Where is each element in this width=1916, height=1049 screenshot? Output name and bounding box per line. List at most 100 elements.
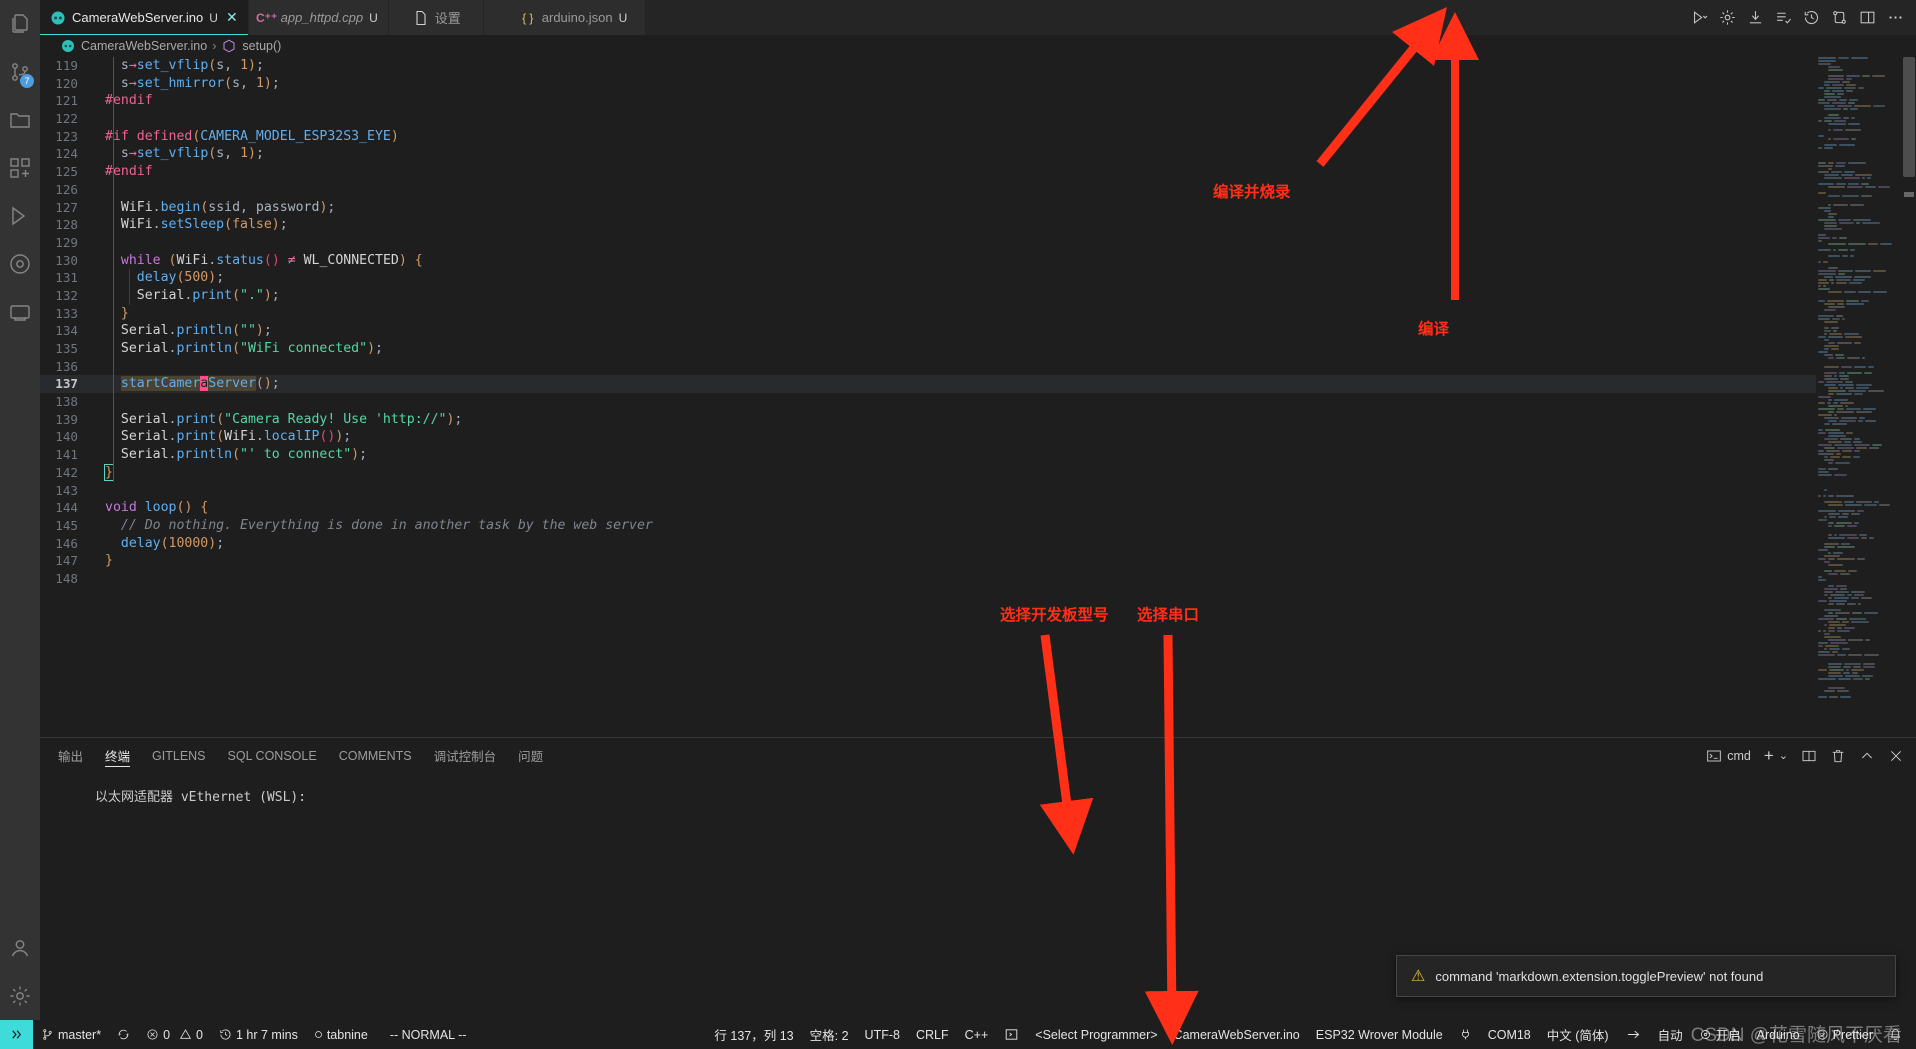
status-auto-mode[interactable]: 自动	[1650, 1020, 1691, 1049]
status-encoding[interactable]: UTF-8	[857, 1020, 908, 1049]
minimap-row	[1816, 663, 1902, 665]
code-line[interactable]: 123 #if defined(CAMERA_MODEL_ESP32S3_EYE)	[40, 127, 1816, 146]
code-line[interactable]: 144 void loop() {	[40, 499, 1816, 517]
code-line[interactable]: 136	[40, 357, 1816, 376]
arduino-verify-button[interactable]	[1775, 9, 1792, 26]
tab-settings[interactable]: 设置	[388, 0, 484, 35]
status-indentation[interactable]: 空格: 2	[802, 1020, 857, 1049]
code-line[interactable]: 120 s→set_hmirror(s, 1);	[40, 74, 1816, 93]
status-eol[interactable]: CRLF	[908, 1020, 957, 1049]
history-button[interactable]	[1803, 9, 1820, 26]
status-tabnine[interactable]: tabnine	[306, 1020, 376, 1049]
status-input-method[interactable]: 中文 (简体)	[1539, 1020, 1617, 1049]
status-serial-monitor[interactable]	[996, 1020, 1027, 1049]
activity-item-extensions[interactable]	[0, 144, 40, 192]
new-terminal-button[interactable]: + ⌄	[1764, 746, 1788, 766]
split-editor-button[interactable]	[1859, 9, 1876, 26]
minimap[interactable]	[1816, 57, 1902, 737]
close-panel-button[interactable]	[1888, 748, 1904, 764]
activity-item-source-control[interactable]: 7	[0, 48, 40, 96]
activity-item-remote-explorer[interactable]	[0, 96, 40, 144]
code-token: WiFi	[224, 429, 256, 445]
code-line[interactable]: 140 Serial.print(WiFi.localIP());	[40, 428, 1816, 447]
code-token: →	[128, 58, 137, 73]
code-line[interactable]: 125 #endif	[40, 163, 1816, 181]
code-line[interactable]: 119 s→set_vflip(s, 1);	[40, 57, 1816, 75]
code-line[interactable]: 122	[40, 110, 1816, 128]
tab-camerawebserver-ino[interactable]: CameraWebServer.ino U ✕	[40, 0, 249, 35]
status-wakatime[interactable]: 1 hr 7 mins	[211, 1020, 306, 1049]
activity-item-manage[interactable]	[0, 972, 40, 1020]
code-line[interactable]: 147}	[40, 552, 1816, 570]
remote-indicator[interactable]	[0, 1020, 33, 1049]
code-line[interactable]: 148	[40, 570, 1816, 588]
minimap-row	[1816, 504, 1902, 506]
code-line[interactable]: 142}	[40, 463, 1816, 482]
code-line[interactable]: 137 startCameraServer();	[40, 375, 1816, 394]
notification-toast[interactable]: ⚠ command 'markdown.extension.togglePrev…	[1396, 955, 1896, 997]
code-line[interactable]: 131 delay(500);	[40, 269, 1816, 287]
panel-tab-3[interactable]: SQL CONSOLE	[228, 738, 317, 773]
code-line[interactable]: 134 Serial.println("");	[40, 322, 1816, 340]
status-language-mode[interactable]: C++	[957, 1020, 997, 1049]
maximize-panel-button[interactable]	[1859, 748, 1875, 764]
code-content[interactable]: 119 s→set_vflip(s, 1); 120 s→set_hmirror(…	[40, 57, 1816, 737]
scrollbar-thumb[interactable]	[1903, 57, 1915, 177]
tab-app-httpd-cpp[interactable]: C⁺⁺ app_httpd.cpp U	[248, 0, 389, 35]
breadcrumb-file[interactable]: CameraWebServer.ino	[81, 39, 207, 53]
code-line[interactable]: 127 WiFi.begin(ssid, password);	[40, 198, 1816, 217]
status-board-selector[interactable]: ESP32 Wrover Module	[1308, 1020, 1451, 1049]
code-line[interactable]: 124 s→set_vflip(s, 1);	[40, 145, 1816, 164]
panel-tab-6[interactable]: 问题	[518, 738, 543, 773]
minimap-block	[1824, 222, 1837, 224]
status-arrow[interactable]	[1617, 1020, 1650, 1049]
status-sync-changes[interactable]	[109, 1020, 138, 1049]
panel-tab-0[interactable]: 输出	[58, 738, 83, 773]
split-terminal-button[interactable]	[1801, 748, 1817, 764]
panel-tab-5[interactable]: 调试控制台	[434, 738, 497, 773]
activity-item-accounts[interactable]	[0, 924, 40, 972]
code-line[interactable]: 138	[40, 393, 1816, 411]
kill-terminal-button[interactable]	[1830, 748, 1846, 764]
code-line[interactable]: 143	[40, 482, 1816, 500]
editor-scrollbar[interactable]	[1902, 57, 1916, 737]
run-or-debug-button[interactable]	[1691, 9, 1708, 26]
activity-item-testing[interactable]	[0, 240, 40, 288]
code-line[interactable]: 146 delay(10000);	[40, 535, 1816, 553]
panel-tab-1[interactable]: 终端	[105, 738, 131, 773]
code-line[interactable]: 128 WiFi.setSleep(false);	[40, 216, 1816, 234]
breadcrumb[interactable]: CameraWebServer.ino › setup()	[40, 35, 1916, 57]
code-line[interactable]: 130 while (WiFi.status() ≠ WL_CONNECTED)…	[40, 251, 1816, 270]
code-line[interactable]: 133 }	[40, 304, 1816, 323]
more-actions-button[interactable]	[1887, 9, 1904, 26]
terminal-shell-selector[interactable]: cmd	[1706, 748, 1751, 764]
code-line[interactable]: 141 Serial.println("' to connect");	[40, 446, 1816, 464]
status-select-programmer[interactable]: <Select Programmer>	[1027, 1020, 1165, 1049]
tab-arduino-json[interactable]: { } arduino.json U	[483, 0, 647, 35]
panel-tab-4[interactable]: COMMENTS	[339, 738, 412, 773]
code-line[interactable]: 145 // Do nothing. Everything is done in…	[40, 517, 1816, 535]
compare-button[interactable]	[1831, 9, 1848, 26]
status-arduino-sketch[interactable]: CameraWebServer.ino	[1166, 1020, 1308, 1049]
breadcrumb-symbol[interactable]: setup()	[242, 39, 281, 53]
code-line[interactable]: 135 Serial.println("WiFi connected");	[40, 340, 1816, 358]
status-port-selector[interactable]: COM18	[1451, 1020, 1539, 1049]
status-cursor-position[interactable]: 行 137，列 13	[706, 1020, 801, 1049]
code-line[interactable]: 139 Serial.print("Camera Ready! Use 'htt…	[40, 410, 1816, 429]
code-line[interactable]: 126	[40, 180, 1816, 199]
arduino-settings-button[interactable]	[1719, 9, 1736, 26]
panel-tab-2[interactable]: GITLENS	[152, 738, 206, 773]
code-line[interactable]: 121 #endif	[40, 92, 1816, 111]
close-icon[interactable]: ✕	[226, 9, 238, 26]
chevron-down-icon[interactable]: ⌄	[1779, 749, 1788, 762]
minimap-row	[1816, 378, 1902, 380]
activity-bar: 7	[0, 0, 40, 1020]
activity-item-explorer[interactable]	[0, 0, 40, 48]
activity-item-run-and-debug[interactable]	[0, 192, 40, 240]
activity-item-remote-window[interactable]	[0, 288, 40, 336]
code-line[interactable]: 129	[40, 233, 1816, 252]
code-line[interactable]: 132 Serial.print(".");	[40, 286, 1816, 305]
arduino-upload-button[interactable]	[1747, 9, 1764, 26]
status-problems[interactable]: 0 0	[138, 1020, 211, 1049]
status-git-branch[interactable]: master*	[33, 1020, 109, 1049]
